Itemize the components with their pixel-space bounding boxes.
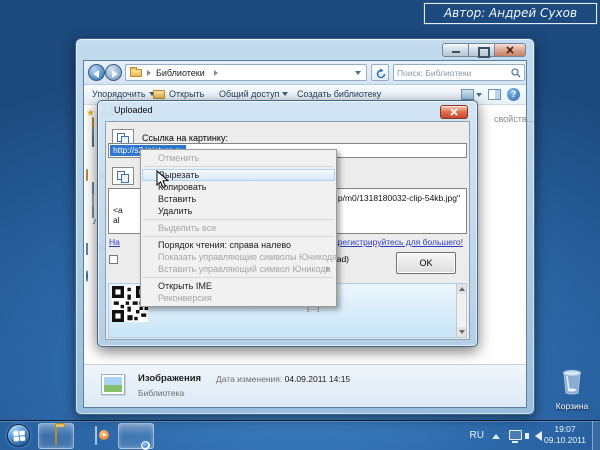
clock-date: 09.10.2011	[542, 435, 588, 446]
desktop-icon	[92, 135, 94, 147]
organize-button[interactable]: Упорядочить	[92, 89, 155, 99]
video-icon	[92, 182, 94, 194]
refresh-button[interactable]	[371, 64, 389, 81]
mouse-cursor	[156, 170, 169, 189]
search-box[interactable]	[393, 64, 525, 81]
language-indicator[interactable]: RU	[470, 430, 484, 441]
network-tray-icon[interactable]	[509, 430, 522, 440]
pictures-library-icon	[98, 371, 128, 401]
document-icon	[92, 194, 94, 206]
views-button[interactable]	[461, 89, 482, 100]
menu-separator	[143, 277, 334, 278]
submenu-arrow-icon	[326, 266, 330, 272]
menu-item-insert-unicode-control: Вставить управляющий символ Юникода	[141, 263, 336, 275]
open-folder-icon	[153, 90, 165, 99]
close-icon	[506, 46, 514, 54]
scroll-up-icon[interactable]	[457, 284, 466, 294]
menu-separator	[143, 219, 334, 220]
recycle-bin-icon	[560, 369, 584, 395]
code-fragment: p/m0/1318180032-clip-54kb.jpg"	[338, 193, 460, 203]
network-icon	[86, 270, 88, 282]
open-button[interactable]: Открыть	[169, 89, 204, 99]
clock-time: 19:07	[542, 424, 588, 435]
dialog-close-button[interactable]	[440, 105, 468, 119]
menu-item-show-unicode-controls: Показать управляющие символы Юникода	[141, 251, 336, 263]
folder-icon	[130, 69, 142, 77]
views-icon	[461, 89, 474, 100]
checkbox[interactable]	[109, 255, 118, 264]
share-button[interactable]: Общий доступ	[219, 89, 288, 99]
details-modified: Дата изменения: 04.09.2011 14:15	[216, 374, 350, 384]
chevron-down-icon	[282, 92, 288, 96]
libraries-icon	[86, 169, 88, 181]
dialog-title: Uploaded	[114, 105, 153, 115]
menu-item-reconversion: Реконверсия	[141, 292, 336, 304]
details-title: Изображения	[138, 373, 201, 384]
content-text-fragment: свойств...	[494, 114, 534, 124]
ok-button[interactable]: OK	[396, 252, 456, 274]
search-input[interactable]	[397, 66, 507, 79]
menu-item-open-ime[interactable]: Открыть IME	[141, 280, 336, 292]
breadcrumb-arrow-icon	[147, 70, 151, 76]
context-menu: Отменить Вырезать Копировать Вставить Уд…	[140, 149, 337, 307]
banner-scrollbar[interactable]	[456, 284, 466, 337]
details-modified-label: Дата изменения:	[216, 374, 282, 384]
search-icon	[511, 68, 521, 78]
menu-item-delete[interactable]: Удалить	[141, 205, 336, 217]
details-pane: Изображения Дата изменения: 04.09.2011 1…	[84, 364, 526, 407]
start-button[interactable]	[7, 424, 30, 447]
menu-item-paste[interactable]: Вставить	[141, 193, 336, 205]
windows-flag-icon	[13, 430, 26, 443]
create-library-button[interactable]: Создать библиотеку	[297, 89, 381, 99]
copy-code-button[interactable]	[112, 167, 134, 185]
close-icon	[450, 108, 458, 116]
menu-item-select-all: Выделить все	[141, 222, 336, 234]
menu-item-reading-order[interactable]: Порядок чтения: справа налево	[141, 239, 336, 251]
taskbar: RU 19:07 09.10.2011	[0, 420, 600, 450]
help-button[interactable]: ?	[507, 88, 520, 101]
address-bar: Библиотеки	[84, 61, 526, 85]
breadcrumb-arrow-icon[interactable]	[214, 70, 218, 76]
volume-tray-icon[interactable]	[535, 431, 542, 441]
menu-item-copy[interactable]: Копировать	[141, 181, 336, 193]
desktop: Автор: Андрей Сухов Корзина	[0, 0, 600, 450]
taskbar-chrome-button[interactable]	[118, 423, 154, 449]
address-dropdown-icon[interactable]	[355, 71, 361, 75]
back-icon	[93, 70, 99, 78]
chevron-down-icon	[476, 93, 482, 97]
back-button[interactable]	[88, 64, 105, 81]
refresh-icon	[375, 68, 387, 80]
close-button[interactable]	[494, 43, 526, 57]
details-modified-value: 04.09.2011 14:15	[285, 374, 351, 384]
clock[interactable]: 19:07 09.10.2011	[542, 424, 588, 446]
link-field-label: Ссылка на картинку:	[142, 133, 228, 143]
menu-separator	[143, 166, 334, 167]
media-player-icon	[95, 426, 97, 445]
code-fragment: al	[113, 215, 120, 225]
taskbar-media-player-button[interactable]	[78, 423, 114, 449]
hidden-icons-arrow-icon[interactable]	[492, 434, 500, 439]
maximize-button[interactable]	[468, 43, 494, 57]
caption-buttons	[442, 43, 526, 57]
taskbar-explorer-button[interactable]	[38, 423, 74, 449]
breadcrumb-item[interactable]: Библиотеки	[156, 68, 205, 78]
minimize-button[interactable]	[442, 43, 468, 57]
forward-icon	[112, 70, 118, 78]
show-desktop-button[interactable]	[592, 421, 600, 450]
preview-pane-button[interactable]	[488, 89, 501, 100]
computer-icon	[86, 243, 88, 255]
recycle-bin[interactable]: Корзина	[550, 369, 594, 411]
author-badge: Автор: Андрей Сухов	[424, 3, 597, 24]
promo-link-fragment[interactable]: На	[109, 237, 120, 247]
breadcrumb[interactable]: Библиотеки	[125, 64, 367, 81]
scroll-down-icon[interactable]	[457, 327, 466, 337]
details-subtitle: Библиотека	[138, 388, 184, 398]
explorer-icon	[55, 426, 57, 445]
code-fragment: <a	[113, 205, 123, 215]
menu-item-undo: Отменить	[141, 152, 336, 164]
forward-button[interactable]	[105, 64, 122, 81]
menu-separator	[143, 236, 334, 237]
recycle-bin-label: Корзина	[550, 401, 594, 411]
menu-item-cut[interactable]: Вырезать	[142, 169, 335, 181]
